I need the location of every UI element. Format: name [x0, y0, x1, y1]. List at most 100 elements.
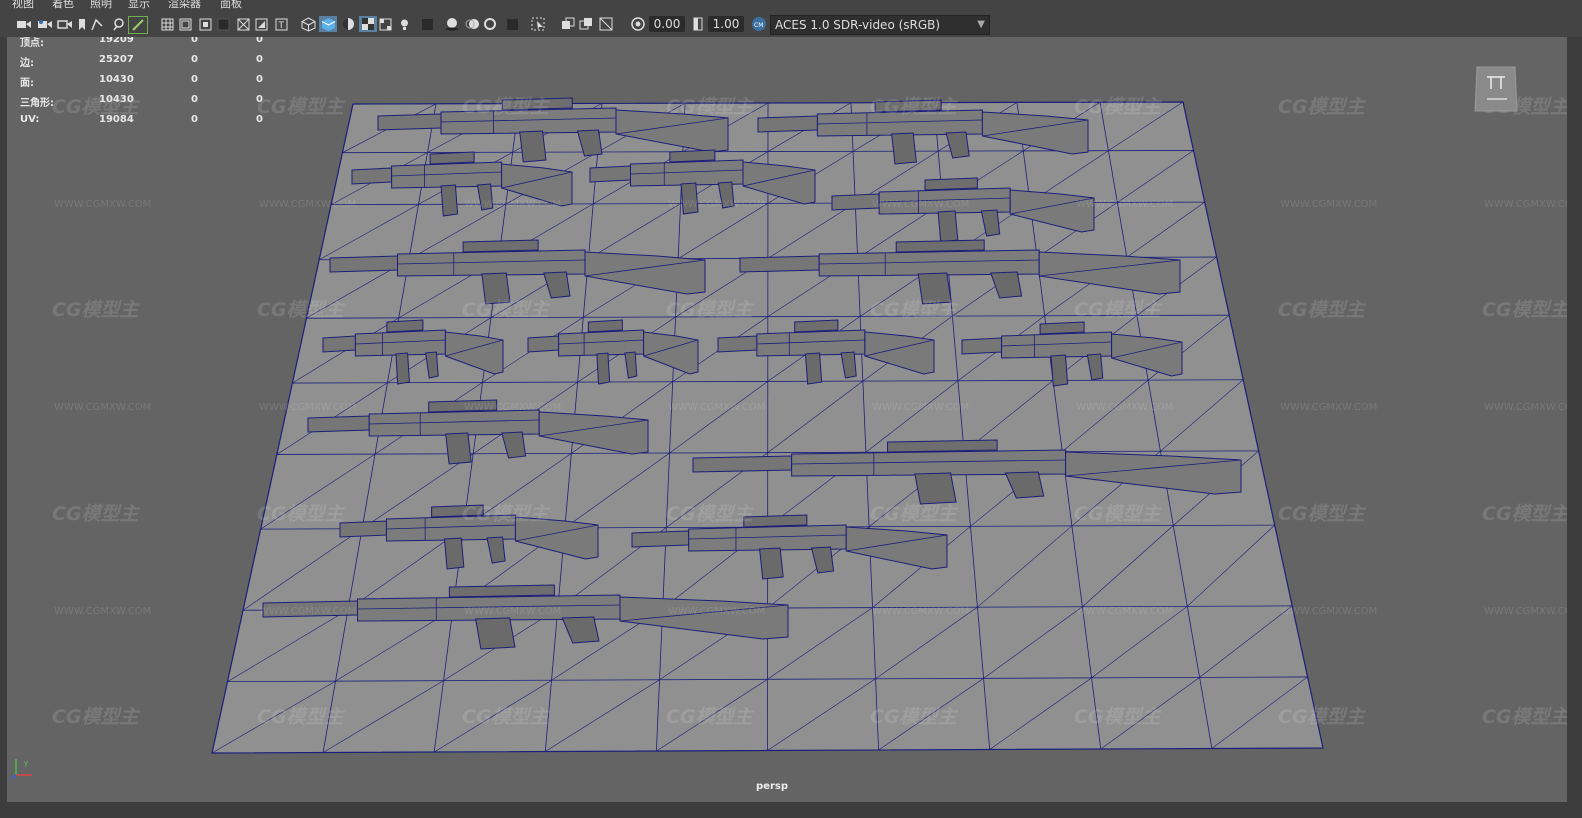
chevron-down-icon: ▼ [977, 19, 985, 30]
select-camera-icon[interactable] [14, 16, 34, 32]
rifle-magazine [804, 352, 823, 385]
rifle-scope [669, 149, 716, 163]
watermark-url: WWW.CGMXW.COM [1280, 199, 1377, 210]
watermark-url: WWW.CGMXW.COM [1076, 199, 1173, 210]
rifle-magazine [519, 130, 547, 163]
watermark-url: WWW.CGMXW.COM [464, 402, 561, 413]
xray-icon[interactable] [560, 16, 576, 32]
use-all-lights-icon[interactable] [378, 16, 392, 32]
rifle-magazine [475, 617, 516, 650]
watermark-logo: CG模型主 [870, 299, 959, 321]
field-chart-icon[interactable] [236, 16, 250, 32]
watermark-logo: CG模型主 [462, 503, 551, 525]
depth-of-field-icon[interactable] [504, 16, 520, 32]
2d-pan-icon[interactable] [90, 16, 104, 32]
lights-icon[interactable] [396, 16, 412, 32]
hud-uv-uvs: 0 [256, 114, 263, 125]
svg-text:y: y [24, 759, 28, 767]
view-cube-icon[interactable] [1473, 61, 1519, 117]
3d-viewport[interactable]: CG模型主 WWW.CGMXW.COM CG模型主 WWW.CGMXW.COM CG模型… [7, 37, 1567, 802]
watermark-url: WWW.CGMXW.COM [1484, 606, 1567, 617]
rifle-magazine [395, 352, 410, 385]
menu-panels[interactable]: 面板 [220, 0, 242, 9]
rifle-barrel [717, 335, 758, 353]
hud-sel-faces: 0 [191, 74, 198, 85]
watermark-logo: CG模型主 [257, 706, 346, 728]
watermark-url: WWW.CGMXW.COM [872, 606, 969, 617]
gamma-field[interactable]: 1.00 [708, 16, 744, 32]
hud-value-vertices: 19209 [99, 37, 134, 45]
menu-lighting[interactable]: 照明 [90, 0, 112, 9]
rifle-barrel [339, 520, 387, 538]
hud-sel-vertices: 0 [191, 37, 198, 45]
safe-title-icon[interactable]: T [274, 16, 288, 32]
image-plane-icon[interactable] [76, 16, 88, 32]
rifle-barrel [589, 165, 631, 183]
isolate-select-icon[interactable] [530, 16, 546, 32]
watermark-url: WWW.CGMXW.COM [259, 606, 356, 617]
rifle-magazine [937, 210, 959, 243]
hud-sel-edges: 0 [191, 54, 198, 65]
scene-render: CG模型主 WWW.CGMXW.COM CG模型主 WWW.CGMXW.COM CG模型… [52, 96, 1567, 754]
rifle-magazine [440, 184, 459, 217]
rifle-scope [743, 514, 808, 528]
watermark-logo: CG模型主 [1074, 299, 1163, 321]
exposure-icon[interactable] [630, 16, 646, 32]
color-space-dropdown[interactable]: ACES 1.0 SDR-video (sRGB) ▼ [770, 15, 990, 35]
rifle-barrel [961, 337, 1003, 355]
hud-label-uvs: UV: [20, 114, 40, 125]
watermark-logo: CG模型主 [52, 503, 141, 525]
svg-text:T: T [277, 21, 284, 31]
watermark-url: WWW.CGMXW.COM [1076, 606, 1173, 617]
resolution-gate-icon[interactable] [198, 16, 212, 32]
watermark-logo: CG模型主 [1074, 503, 1163, 525]
xray-components-icon[interactable] [598, 16, 614, 32]
panel-toolbar: T 0.00 1.00 CM ACES 1.0 SDR-video (sRGB)… [0, 9, 1582, 38]
viewport-frame-bottom [0, 802, 1582, 818]
default-material-icon[interactable] [340, 16, 356, 32]
menu-view[interactable]: 视图 [12, 0, 34, 9]
wireframe-icon[interactable] [300, 16, 316, 32]
rifle-scope [895, 239, 985, 253]
rifle-scope [1039, 321, 1085, 335]
watermark-url: WWW.CGMXW.COM [54, 199, 151, 210]
rifle-scope [429, 151, 475, 165]
textured-icon[interactable] [359, 16, 377, 32]
watermark-url: WWW.CGMXW.COM [464, 606, 561, 617]
color-mgmt-icon[interactable]: CM [751, 16, 767, 32]
watermark-url: WWW.CGMXW.COM [668, 199, 765, 210]
shadows-icon[interactable] [420, 16, 434, 32]
grease-pencil-icon[interactable] [128, 16, 148, 34]
grid-icon[interactable] [160, 16, 174, 32]
xray-joints-icon[interactable] [578, 16, 594, 32]
watermark-url: WWW.CGMXW.COM [259, 402, 356, 413]
watermark-logo: CG模型主 [666, 299, 755, 321]
ambient-occlusion-icon[interactable] [444, 16, 460, 32]
hud-label-vertices: 顶点: [20, 38, 44, 49]
film-gate-icon[interactable] [178, 16, 192, 32]
anti-aliasing-icon[interactable] [482, 16, 498, 32]
motion-blur-icon[interactable] [464, 16, 480, 32]
menu-renderer[interactable]: 渲染器 [168, 0, 201, 9]
exposure-field[interactable]: 0.00 [649, 16, 685, 32]
watermark-logo: CG模型主 [870, 503, 959, 525]
watermark-url: WWW.CGMXW.COM [54, 402, 151, 413]
watermark-url: WWW.CGMXW.COM [1484, 199, 1567, 210]
camera-attributes-icon[interactable] [36, 16, 54, 32]
2d-pan-zoom-icon[interactable] [110, 16, 126, 32]
gate-mask-icon[interactable] [216, 16, 230, 32]
menu-shading[interactable]: 着色 [52, 0, 74, 9]
smooth-shade-icon[interactable] [319, 16, 337, 32]
watermark-logo: CG模型主 [666, 706, 755, 728]
watermark-url: WWW.CGMXW.COM [1280, 606, 1377, 617]
bookmark-icon[interactable] [56, 16, 74, 32]
watermark-url: WWW.CGMXW.COM [54, 606, 151, 617]
safe-action-icon[interactable] [254, 16, 268, 32]
menu-show[interactable]: 显示 [128, 0, 150, 9]
watermark-logo: CG模型主 [462, 299, 551, 321]
gamma-icon[interactable] [692, 16, 704, 32]
watermark-logo: CG模型主 [666, 96, 755, 118]
watermark-url: WWW.CGMXW.COM [1280, 402, 1377, 413]
color-space-value: ACES 1.0 SDR-video (sRGB) [775, 18, 941, 32]
watermark-logo: CG模型主 [52, 299, 141, 321]
